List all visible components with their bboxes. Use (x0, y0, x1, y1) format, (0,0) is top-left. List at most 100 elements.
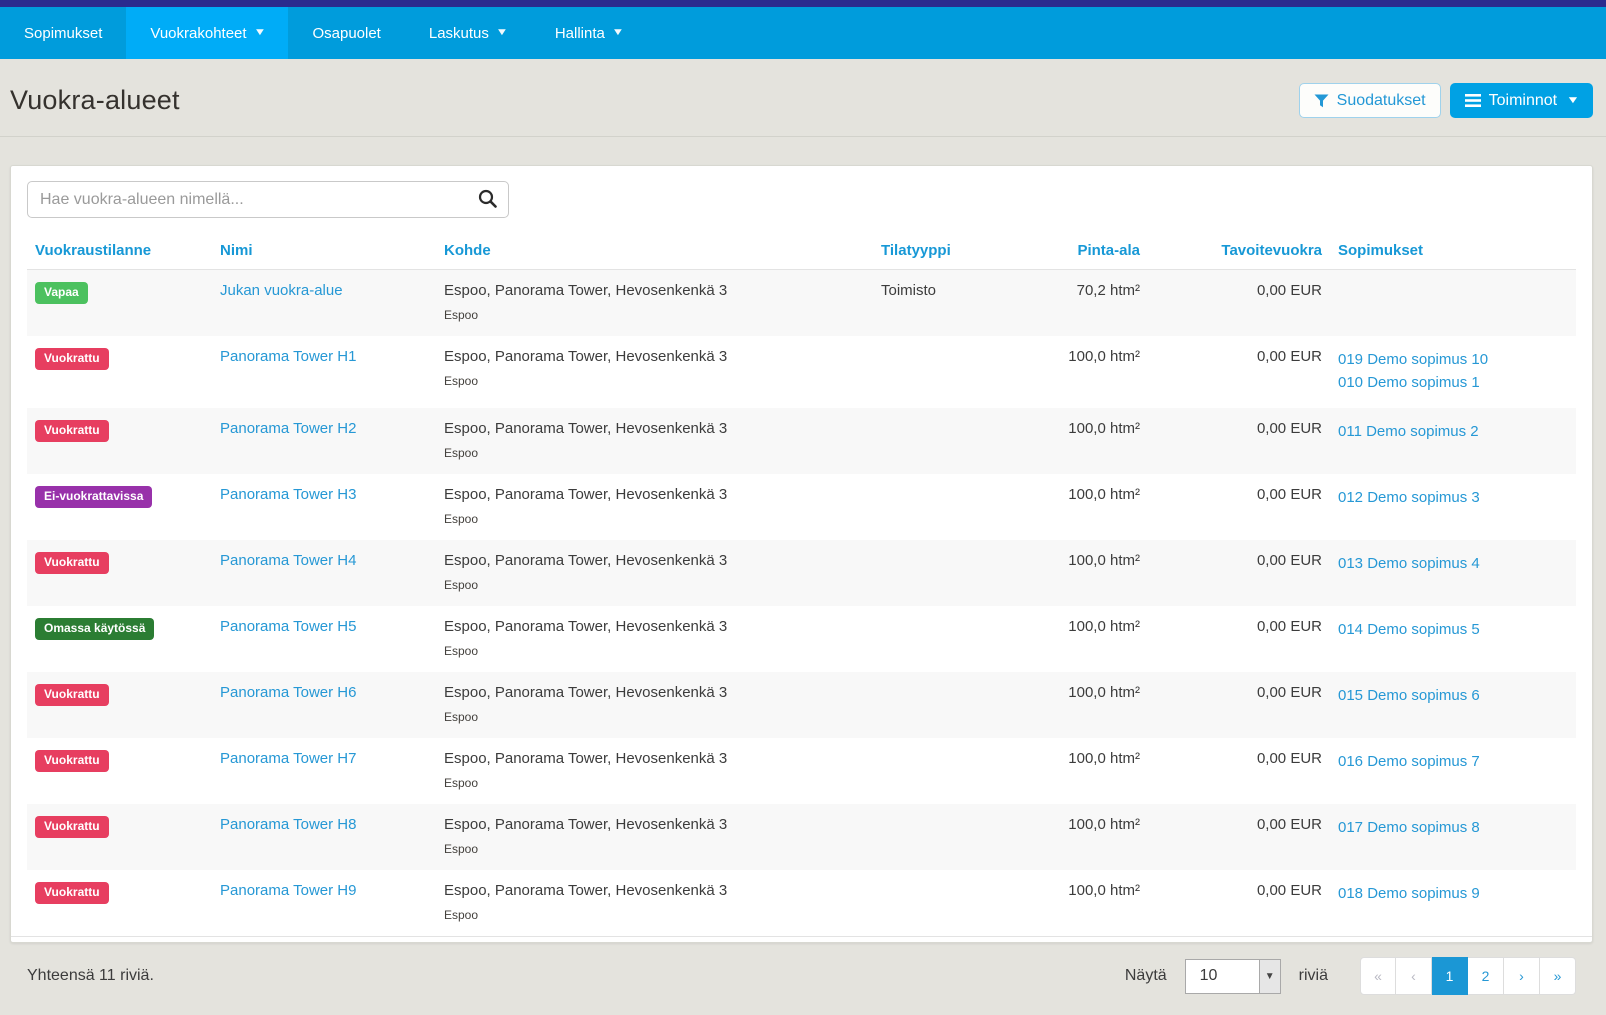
kohde-cell: Espoo, Panorama Tower, Hevosenkenkä 3Esp… (436, 804, 873, 870)
status-cell: Vuokrattu (27, 540, 212, 606)
page-size-select[interactable]: 10 ▼ (1185, 959, 1281, 994)
top-accent-strip (0, 0, 1606, 7)
rows-label: riviä (1299, 967, 1328, 985)
column-header-vuokraustilanne[interactable]: Vuokraustilanne (27, 232, 212, 270)
rental-area-name-link[interactable]: Panorama Tower H6 (220, 684, 356, 701)
contract-link[interactable]: 016 Demo sopimus 7 (1338, 750, 1568, 773)
sopimukset-cell: 017 Demo sopimus 8 (1330, 804, 1576, 870)
kohde-cell: Espoo, Panorama Tower, Hevosenkenkä 3 Esp… (436, 408, 873, 474)
contract-link[interactable]: 013 Demo sopimus 4 (1338, 552, 1568, 575)
pinta-ala-cell: 100,0 htm² (1018, 540, 1148, 606)
nav-item-osapuolet[interactable]: Osapuolet (288, 7, 404, 59)
status-badge: Ei-vuokrattavissa (35, 486, 152, 508)
filters-button[interactable]: Suodatukset (1299, 83, 1441, 118)
table-row: VuokrattuPanorama Tower H7Espoo, Panoram… (27, 738, 1576, 804)
pinta-ala-cell: 100,0 htm² (1018, 474, 1148, 540)
tavoitevuokra-cell: 0,00 EUR (1148, 672, 1330, 738)
pinta-ala-cell: 100,0 htm² (1018, 870, 1148, 936)
pagination-button-1[interactable]: 1 (1432, 957, 1468, 995)
status-badge: Vuokrattu (35, 816, 109, 838)
table-row: VuokrattuPanorama Tower H6Espoo, Panoram… (27, 672, 1576, 738)
tavoitevuokra-cell: 0,00 EUR (1148, 606, 1330, 672)
name-cell: Panorama Tower H2 (212, 408, 436, 474)
pagination-button-»[interactable]: » (1540, 957, 1576, 995)
rental-area-name-link[interactable]: Panorama Tower H9 (220, 882, 356, 899)
contract-link[interactable]: 012 Demo sopimus 3 (1338, 486, 1568, 509)
kohde-cell: Espoo, Panorama Tower, Hevosenkenkä 3Esp… (436, 606, 873, 672)
contract-link[interactable]: 018 Demo sopimus 9 (1338, 882, 1568, 905)
rental-area-name-link[interactable]: Panorama Tower H8 (220, 816, 356, 833)
contract-link[interactable]: 019 Demo sopimus 10 (1338, 348, 1568, 371)
table-header-row: VuokraustilanneNimiKohdeTilatyyppiPinta-… (27, 232, 1576, 270)
nav-item-laskutus[interactable]: Laskutus▼ (405, 7, 531, 59)
kohde-sub-text: Espoo (444, 446, 865, 460)
status-cell: Vuokrattu (27, 336, 212, 408)
rental-area-name-link[interactable]: Jukan vuokra-alue (220, 282, 343, 299)
contract-link[interactable]: 017 Demo sopimus 8 (1338, 816, 1568, 839)
status-cell: Vuokrattu (27, 870, 212, 936)
kohde-cell: Espoo, Panorama Tower, Hevosenkenkä 3Esp… (436, 540, 873, 606)
actions-button[interactable]: Toiminnot ▼ (1450, 83, 1593, 118)
pagination-button-›[interactable]: › (1504, 957, 1540, 995)
column-header-tilatyyppi[interactable]: Tilatyyppi (873, 232, 1018, 270)
sopimukset-cell (1330, 270, 1576, 337)
contract-link[interactable]: 010 Demo sopimus 1 (1338, 371, 1568, 394)
rental-areas-table: VuokraustilanneNimiKohdeTilatyyppiPinta-… (27, 232, 1576, 936)
kohde-cell: Espoo, Panorama Tower, Hevosenkenkä 3Esp… (436, 336, 873, 408)
search-icon[interactable] (478, 189, 497, 213)
kohde-main-text: Espoo, Panorama Tower, Hevosenkenkä 3 (444, 282, 865, 299)
tilatyyppi-cell: Toimisto (873, 270, 1018, 337)
rental-area-name-link[interactable]: Panorama Tower H4 (220, 552, 356, 569)
table-row: Vuokrattu Panorama Tower H8 Espoo, Panoram… (27, 804, 1576, 870)
tilatyyppi-cell (873, 606, 1018, 672)
nav-item-hallinta[interactable]: Hallinta▼ (531, 7, 647, 59)
column-header-nimi[interactable]: Nimi (212, 232, 436, 270)
pinta-ala-cell: 100,0 htm² (1018, 738, 1148, 804)
sopimukset-cell: 019 Demo sopimus 10010 Demo sopimus 1 (1330, 336, 1576, 408)
kohde-cell: Espoo, Panorama Tower, Hevosenkenkä 3 Esp… (436, 270, 873, 337)
rental-area-name-link[interactable]: Panorama Tower H7 (220, 750, 356, 767)
kohde-main-text: Espoo, Panorama Tower, Hevosenkenkä 3 (444, 420, 865, 437)
kohde-sub-text: Espoo (444, 512, 865, 526)
nav-item-sopimukset[interactable]: Sopimukset (0, 7, 126, 59)
pagination-button-2[interactable]: 2 (1468, 957, 1504, 995)
hamburger-icon (1465, 94, 1481, 107)
status-badge: Vuokrattu (35, 552, 109, 574)
column-header-kohde[interactable]: Kohde (436, 232, 873, 270)
main-navbar: Sopimukset Vuokrakohteet▼OsapuoletLaskutu… (0, 7, 1606, 59)
nav-item-label: Sopimukset (24, 25, 102, 42)
column-header-sopimukset[interactable]: Sopimukset (1330, 232, 1576, 270)
rental-area-name-link[interactable]: Panorama Tower H3 (220, 486, 356, 503)
status-cell: Omassa käytössä (27, 606, 212, 672)
kohde-main-text: Espoo, Panorama Tower, Hevosenkenkä 3 (444, 552, 865, 569)
page-size-value: 10 (1186, 960, 1259, 993)
sopimukset-cell: 013 Demo sopimus 4 (1330, 540, 1576, 606)
contract-link[interactable]: 011 Demo sopimus 2 (1338, 420, 1568, 443)
name-cell: Panorama Tower H7 (212, 738, 436, 804)
column-header-pinta-ala[interactable]: Pinta-ala (1018, 232, 1148, 270)
table-row: VuokrattuPanorama Tower H9Espoo, Panoram… (27, 870, 1576, 936)
header-buttons: Suodatukset Toiminnot ▼ (1299, 83, 1593, 118)
sopimukset-cell: 012 Demo sopimus 3 (1330, 474, 1576, 540)
rental-area-name-link[interactable]: Panorama Tower H1 (220, 348, 356, 365)
tilatyyppi-cell (873, 672, 1018, 738)
pagination-button-«: « (1360, 957, 1396, 995)
tilatyyppi-cell (873, 336, 1018, 408)
rental-area-name-link[interactable]: Panorama Tower H2 (220, 420, 356, 437)
kohde-sub-text: Espoo (444, 842, 865, 856)
page-header: Vuokra-alueet Suodatukset Toiminnot ▼ (0, 59, 1606, 137)
sopimukset-cell: 014 Demo sopimus 5 (1330, 606, 1576, 672)
kohde-sub-text: Espoo (444, 308, 865, 322)
column-header-tavoitevuokra[interactable]: Tavoitevuokra (1148, 232, 1330, 270)
contract-link[interactable]: 014 Demo sopimus 5 (1338, 618, 1568, 641)
pagination-button-‹: ‹ (1396, 957, 1432, 995)
rental-area-name-link[interactable]: Panorama Tower H5 (220, 618, 356, 635)
status-badge: Vapaa (35, 282, 88, 304)
contract-link[interactable]: 015 Demo sopimus 6 (1338, 684, 1568, 707)
pinta-ala-cell: 100,0 htm² (1018, 606, 1148, 672)
search-input[interactable] (27, 181, 509, 218)
nav-item-vuokrakohteet[interactable]: Vuokrakohteet▼ (126, 7, 288, 59)
search-wrap (27, 181, 509, 218)
filters-button-label: Suodatukset (1337, 92, 1426, 110)
status-badge: Vuokrattu (35, 684, 109, 706)
